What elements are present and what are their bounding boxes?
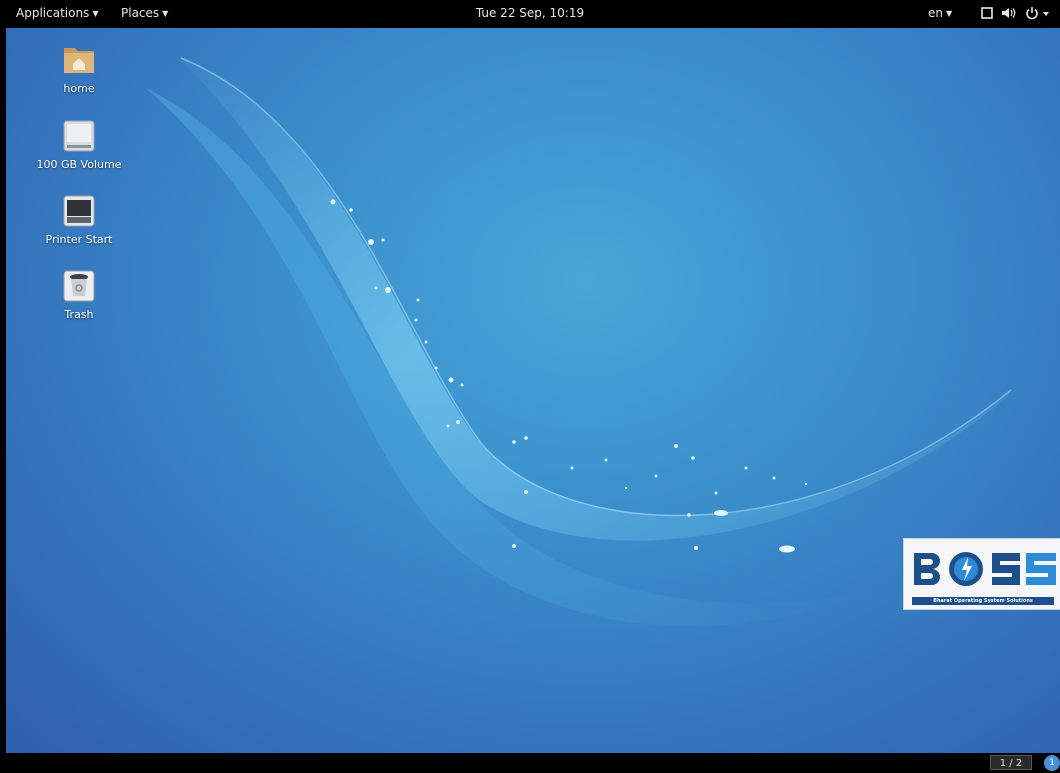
bottom-panel: 1 / 2 1 (0, 753, 1060, 773)
drive-icon (61, 118, 97, 154)
chevron-down-icon (1043, 12, 1049, 16)
places-menu[interactable]: Places ▼ (121, 6, 168, 20)
chevron-down-icon: ▼ (162, 9, 169, 18)
home-folder-icon (61, 42, 97, 78)
language-label: en (928, 6, 943, 20)
desktop-icon-label: Trash (64, 308, 94, 321)
workspace-switcher[interactable]: 1 / 2 (990, 755, 1032, 770)
desktop-icon-label: 100 GB Volume (36, 158, 122, 171)
desktop-icon-label: home (63, 82, 95, 95)
desktop-icon-volume[interactable]: 100 GB Volume (29, 118, 129, 171)
power-icon (1026, 7, 1038, 20)
volume-icon (1002, 8, 1016, 18)
boss-logo-graphic (914, 552, 1056, 586)
boss-tagline: Bharat Operating System Solutions (912, 597, 1054, 605)
desktop-icon-label: Printer Start (45, 233, 113, 246)
language-selector[interactable]: en ▼ (928, 6, 952, 20)
applications-menu[interactable]: Applications ▼ (16, 6, 98, 20)
desktop-icon-printer[interactable]: Printer Start (29, 193, 129, 246)
notification-badge[interactable]: 1 (1044, 755, 1060, 771)
applications-menu-label: Applications (16, 6, 90, 20)
clock-label: Tue 22 Sep, 10:19 (475, 6, 585, 20)
desktop-icon-home[interactable]: home (29, 42, 129, 95)
trash-icon (61, 268, 97, 304)
top-panel: Applications ▼ Places ▼ Tue 22 Sep, 10:19 … (0, 0, 1060, 28)
window-icon (981, 7, 993, 19)
desktop-icon-trash[interactable]: Trash (29, 268, 129, 321)
desktop[interactable]: home 100 GB Volume Printer Start Trash B… (6, 28, 1060, 753)
printer-icon (61, 193, 97, 229)
system-tray[interactable] (980, 4, 1060, 22)
places-menu-label: Places (121, 6, 160, 20)
boss-logo: Bharat Operating System Solutions (903, 538, 1060, 610)
chevron-down-icon: ▼ (92, 9, 99, 18)
chevron-down-icon: ▼ (946, 9, 953, 18)
wallpaper-wave (146, 56, 1016, 627)
